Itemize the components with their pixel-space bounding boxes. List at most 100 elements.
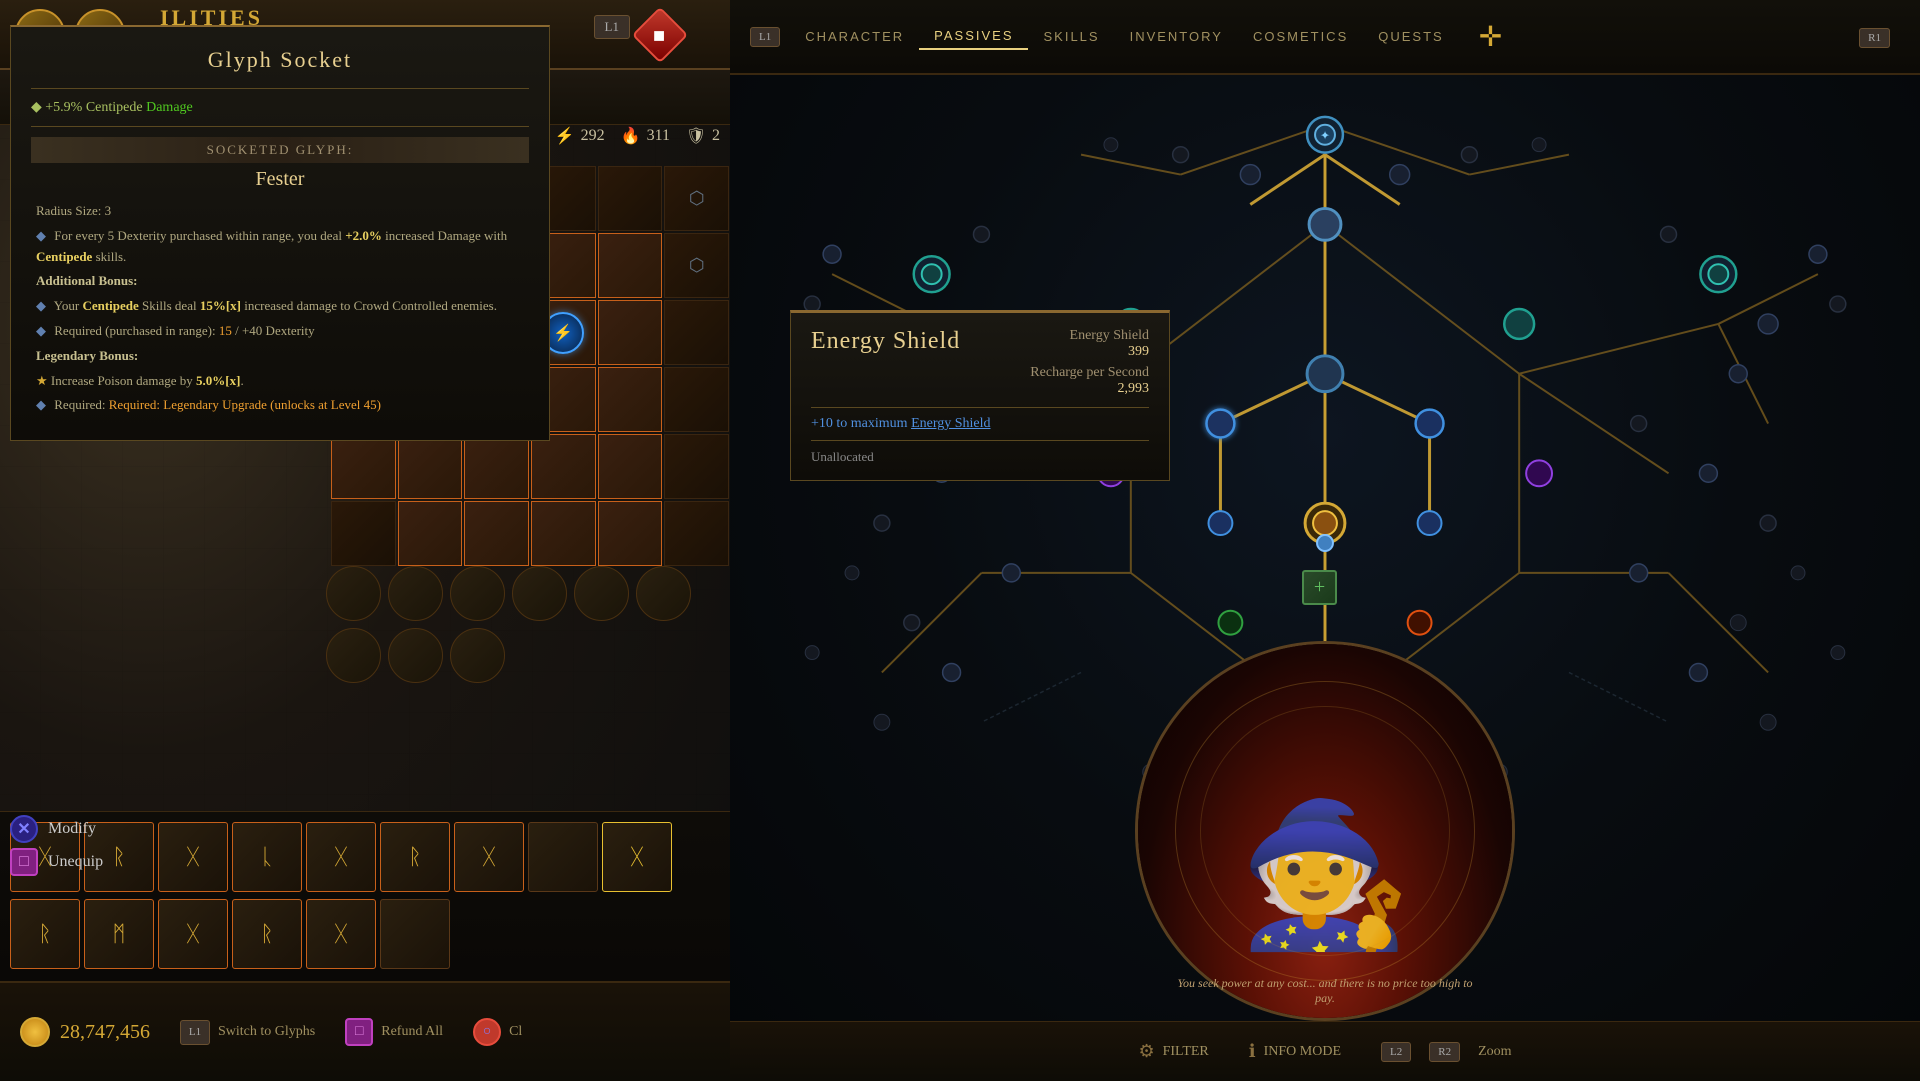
nav-passives-btn[interactable]: PASSIVES	[919, 23, 1028, 50]
glyph-item[interactable]	[380, 899, 450, 969]
radius-line: Radius Size: 3	[31, 201, 529, 222]
glyph-tooltip: Glyph Socket ◆ +5.9% Centipede Damage SO…	[10, 25, 550, 441]
stats-bar: ⚡ 292 🔥 311 🛡 2	[554, 125, 720, 147]
plus-nav-icon: ✛	[1479, 20, 1502, 54]
unequip-btn[interactable]: □ Unequip	[10, 848, 103, 876]
small-btn[interactable]	[450, 628, 505, 683]
nav-inventory-btn[interactable]: INVENTORY	[1115, 24, 1238, 49]
glyph-item[interactable]: ᚱ	[232, 899, 302, 969]
section-label: SOCKETED GLYPH:	[31, 137, 529, 163]
grid-cell-hl[interactable]	[598, 367, 663, 432]
info-action[interactable]: ℹ INFO MODE	[1249, 1041, 1341, 1062]
es-stat1-val: 399	[1128, 344, 1149, 359]
grid-cell[interactable]	[664, 501, 729, 566]
glyph-item[interactable]: ᚳ	[232, 822, 302, 892]
es-bonus: +10 to maximum Energy Shield	[811, 416, 1149, 432]
r1-badge: R1	[1859, 28, 1900, 46]
grid-cell-hl[interactable]	[398, 434, 463, 499]
legendary1: ★ Increase Poison damage by 5.0%[x].	[31, 371, 529, 392]
bottom-actions: L1 Switch to Glyphs □ Refund All ○ Cl	[180, 1018, 522, 1046]
es-stat1-label: Energy Shield	[1070, 328, 1149, 343]
grid-cell-hl[interactable]	[331, 434, 396, 499]
small-btn[interactable]	[450, 566, 505, 621]
allocate-node-btn[interactable]: +	[1302, 570, 1337, 605]
modify-label: Modify	[48, 820, 96, 838]
switch-label: Switch to Glyphs	[218, 1024, 315, 1040]
grid-cell[interactable]	[664, 434, 729, 499]
glyph-item[interactable]: ᚷ	[602, 822, 672, 892]
glyph-item[interactable]: ᛗ	[84, 899, 154, 969]
nav-character-btn[interactable]: CHARACTER	[790, 24, 919, 49]
legendary2: ◆ Required: Required: Legendary Upgrade …	[31, 395, 529, 416]
svg-text:✦: ✦	[1320, 129, 1330, 143]
l1-button[interactable]: L1	[594, 15, 630, 39]
grid-cell-hl[interactable]	[398, 501, 463, 566]
grid-cell-hl[interactable]	[598, 233, 663, 298]
refund-label: Refund All	[381, 1024, 443, 1040]
grid-cell[interactable]	[331, 501, 396, 566]
es-stat2: Recharge per Second 2,993	[1030, 365, 1149, 397]
grid-cell-hl[interactable]	[531, 501, 596, 566]
zoom-action[interactable]: L2 R2 Zoom	[1381, 1042, 1512, 1062]
grid-cell-hl[interactable]	[464, 501, 529, 566]
glyph-item[interactable]: ᚱ	[10, 899, 80, 969]
small-btn[interactable]	[574, 566, 629, 621]
l1-badge: L1	[750, 27, 780, 47]
grid-cell-hl[interactable]	[531, 434, 596, 499]
small-btn[interactable]	[388, 566, 443, 621]
tooltip-title: Glyph Socket	[31, 47, 529, 73]
glyph-inventory: ᚷ ᚱ ᚷ ᚳ ᚷ ᚱ ᚷ ᚷ ᚱ ᛗ ᚷ ᚱ ᚷ	[0, 811, 730, 981]
glyph-item[interactable]: ᚷ	[158, 899, 228, 969]
grid-cell[interactable]	[598, 166, 663, 231]
grid-cell[interactable]	[664, 300, 729, 365]
glyph-item[interactable]: ᚷ	[454, 822, 524, 892]
grid-cell[interactable]: ⬡	[664, 233, 729, 298]
nav-skills-btn[interactable]: SKILLS	[1028, 24, 1114, 49]
bottom-bar-left: 28,747,456 L1 Switch to Glyphs □ Refund …	[0, 981, 730, 1081]
glyph-item[interactable]: ᚷ	[306, 822, 376, 892]
stat-icon-3: 🛡	[685, 125, 707, 147]
small-btn[interactable]	[636, 566, 691, 621]
glyph-item[interactable]: ᚷ	[158, 822, 228, 892]
tooltip-body: Radius Size: 3 ◆ For every 5 Dexterity p…	[31, 201, 529, 416]
rb-button[interactable]: ◆	[632, 7, 689, 64]
circle-btn: ○	[473, 1018, 501, 1046]
legendary-label: Legendary Bonus:	[31, 346, 529, 367]
small-btn[interactable]	[326, 628, 381, 683]
glyph-item[interactable]	[528, 822, 598, 892]
grid-cell[interactable]	[664, 367, 729, 432]
gold-coin-icon	[20, 1017, 50, 1047]
es-link: Energy Shield	[911, 416, 990, 431]
filter-action[interactable]: ⚙ FILTER	[1138, 1041, 1208, 1062]
top-nav-right: L1 CHARACTER PASSIVES SKILLS INVENTORY C…	[730, 0, 1920, 75]
stat-2: 🔥 311	[620, 125, 670, 147]
r2-badge: R2	[1429, 1042, 1460, 1062]
additional-label: Additional Bonus:	[31, 271, 529, 292]
glyph-item[interactable]: ᚱ	[380, 822, 450, 892]
grid-cell-hl[interactable]	[598, 300, 663, 365]
small-btn[interactable]	[512, 566, 567, 621]
action-buttons: ✕ Modify □ Unequip	[10, 810, 103, 881]
grid-cell-hl[interactable]	[598, 434, 663, 499]
sq-btn: □	[345, 1018, 373, 1046]
switch-glyphs-action[interactable]: L1 Switch to Glyphs	[180, 1018, 315, 1046]
stat-icon-1: ⚡	[554, 125, 576, 147]
unequip-label: Unequip	[48, 853, 103, 871]
filter-icon: ⚙	[1138, 1041, 1154, 1062]
x-icon: ✕	[10, 815, 38, 843]
grid-cell-hl[interactable]	[598, 501, 663, 566]
es-stat1: Energy Shield 399	[1030, 328, 1149, 360]
small-btn[interactable]	[326, 566, 381, 621]
grid-cell-hl[interactable]	[464, 434, 529, 499]
left-panel: ⚔ 🜁 ILITIES L1 ◆ Tree Paragon R2 ⚡ 292 🔥…	[0, 0, 730, 1081]
small-btn[interactable]	[388, 628, 443, 683]
grid-cell[interactable]: ⬡	[664, 166, 729, 231]
modify-btn[interactable]: ✕ Modify	[10, 815, 103, 843]
close-action[interactable]: ○ Cl	[473, 1018, 522, 1046]
stat-3: 🛡 2	[685, 125, 720, 147]
nav-quests-btn[interactable]: QUESTS	[1363, 24, 1458, 49]
additional1: ◆ Your Centipede Skills deal 15%[x] incr…	[31, 296, 529, 317]
refund-action[interactable]: □ Refund All	[345, 1018, 443, 1046]
nav-cosmetics-btn[interactable]: COSMETICS	[1238, 24, 1363, 49]
glyph-item[interactable]: ᚷ	[306, 899, 376, 969]
